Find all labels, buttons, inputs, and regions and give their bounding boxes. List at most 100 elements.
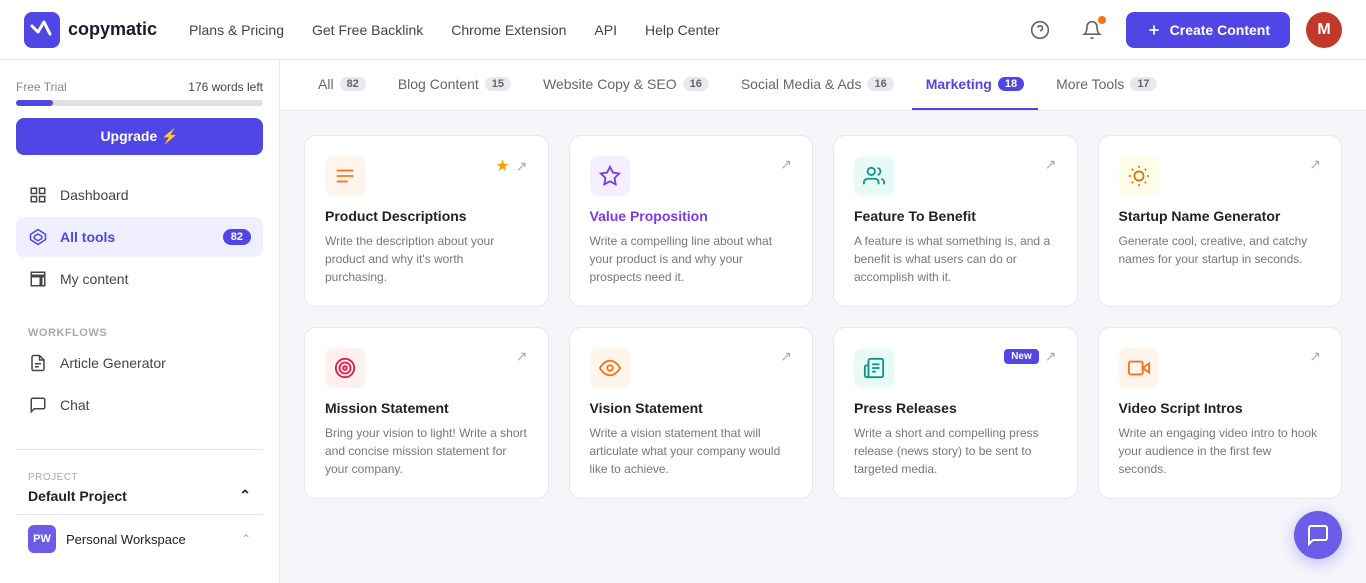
- press-releases-icon: [854, 348, 894, 388]
- star-icon[interactable]: ★: [495, 156, 509, 176]
- tab-more[interactable]: More Tools 17: [1042, 60, 1170, 110]
- expand-icon[interactable]: ↗: [1309, 156, 1321, 173]
- tab-all[interactable]: All 82: [304, 60, 380, 110]
- tab-social[interactable]: Social Media & Ads 16: [727, 60, 908, 110]
- card-desc: Write the description about your product…: [325, 232, 528, 286]
- card-desc: Write an engaging video intro to hook yo…: [1119, 424, 1322, 478]
- card-title: Vision Statement: [590, 400, 793, 416]
- main-content: All 82 Blog Content 15 Website Copy & SE…: [280, 60, 1366, 583]
- card-title: Product Descriptions: [325, 208, 528, 224]
- card-feature-to-benefit[interactable]: ↗ Feature To Benefit A feature is what s…: [833, 135, 1078, 307]
- expand-icon[interactable]: ↗: [1309, 348, 1321, 365]
- notification-button[interactable]: [1074, 12, 1110, 48]
- workflows-section-label: Workflows: [16, 319, 263, 343]
- expand-icon[interactable]: ↗: [516, 158, 528, 175]
- alltools-badge: 82: [223, 229, 251, 245]
- expand-icon[interactable]: ↗: [516, 348, 528, 365]
- logo[interactable]: copymatic: [24, 12, 157, 48]
- workspace-name: Personal Workspace: [66, 532, 231, 547]
- sidebar-item-article[interactable]: Article Generator: [16, 343, 263, 383]
- card-desc: Write a vision statement that will artic…: [590, 424, 793, 478]
- product-descriptions-icon: [325, 156, 365, 196]
- card-value-proposition[interactable]: ↗ Value Proposition Write a compelling l…: [569, 135, 814, 307]
- cards-area: ★ ↗ Product Descriptions Write the descr…: [280, 111, 1366, 523]
- feature-benefit-icon: [854, 156, 894, 196]
- trial-bar-fill: [16, 100, 53, 106]
- tab-marketing[interactable]: Marketing 18: [912, 60, 1038, 110]
- nav-api[interactable]: API: [594, 22, 617, 38]
- cards-grid: ★ ↗ Product Descriptions Write the descr…: [304, 135, 1342, 499]
- project-label: PROJECT: [28, 472, 251, 483]
- nav-links: Plans & Pricing Get Free Backlink Chrome…: [189, 22, 720, 38]
- card-mission-statement[interactable]: ↗ Mission Statement Bring your vision to…: [304, 327, 549, 499]
- value-proposition-icon: [590, 156, 630, 196]
- help-icon-button[interactable]: [1022, 12, 1058, 48]
- startup-name-icon: [1119, 156, 1159, 196]
- notification-dot: [1098, 16, 1106, 24]
- sidebar-item-dashboard[interactable]: Dashboard: [16, 175, 263, 215]
- sidebar-workflows-nav: Article Generator Chat: [16, 343, 263, 425]
- new-badge: New: [1004, 349, 1039, 364]
- mycontent-icon: [28, 269, 48, 289]
- logo-text: copymatic: [68, 19, 157, 40]
- project-name: Default Project ⌃: [28, 487, 251, 504]
- tab-website[interactable]: Website Copy & SEO 16: [529, 60, 723, 110]
- tabs-bar: All 82 Blog Content 15 Website Copy & SE…: [280, 60, 1366, 111]
- nav-help[interactable]: Help Center: [645, 22, 720, 38]
- layout: Free Trial 176 words left Upgrade ⚡ Dash…: [0, 60, 1366, 583]
- card-product-descriptions[interactable]: ★ ↗ Product Descriptions Write the descr…: [304, 135, 549, 307]
- trial-words: 176 words left: [188, 80, 263, 94]
- article-icon: [28, 353, 48, 373]
- nav-plans[interactable]: Plans & Pricing: [189, 22, 284, 38]
- card-title: Video Script Intros: [1119, 400, 1322, 416]
- vision-icon: [590, 348, 630, 388]
- card-press-releases[interactable]: New ↗ Press Releases Write a short and c…: [833, 327, 1078, 499]
- chat-icon: [28, 395, 48, 415]
- card-desc: Bring your vision to light! Write a shor…: [325, 424, 528, 478]
- sidebar-alltools-label: All tools: [60, 229, 211, 245]
- card-title: Mission Statement: [325, 400, 528, 416]
- top-nav: copymatic Plans & Pricing Get Free Backl…: [0, 0, 1366, 60]
- card-title: Value Proposition: [590, 208, 793, 224]
- workspace-section[interactable]: PW Personal Workspace ⌃: [16, 514, 263, 563]
- trial-progress-bar: [16, 100, 263, 106]
- sidebar-dashboard-label: Dashboard: [60, 187, 251, 203]
- nav-right: Create Content M: [1022, 12, 1342, 48]
- card-title: Press Releases: [854, 400, 1057, 416]
- sidebar-main-nav: Dashboard All tools 82 My con: [16, 175, 263, 299]
- tab-blog[interactable]: Blog Content 15: [384, 60, 525, 110]
- trial-label: Free Trial: [16, 80, 67, 94]
- card-title: Startup Name Generator: [1119, 208, 1322, 224]
- card-title: Feature To Benefit: [854, 208, 1057, 224]
- create-content-button[interactable]: Create Content: [1126, 12, 1290, 48]
- mission-icon: [325, 348, 365, 388]
- card-desc: A feature is what something is, and a be…: [854, 232, 1057, 286]
- expand-icon[interactable]: ↗: [780, 348, 792, 365]
- card-desc: Write a short and compelling press relea…: [854, 424, 1057, 478]
- sidebar-item-alltools[interactable]: All tools 82: [16, 217, 263, 257]
- expand-icon[interactable]: ↗: [1045, 156, 1057, 173]
- workspace-avatar: PW: [28, 525, 56, 553]
- workspace-chevron-icon: ⌃: [241, 532, 251, 546]
- alltools-icon: [28, 227, 48, 247]
- sidebar: Free Trial 176 words left Upgrade ⚡ Dash…: [0, 60, 280, 583]
- expand-icon[interactable]: ↗: [1045, 348, 1057, 365]
- card-vision-statement[interactable]: ↗ Vision Statement Write a vision statem…: [569, 327, 814, 499]
- project-section[interactable]: PROJECT Default Project ⌃: [16, 462, 263, 514]
- chat-bubble-button[interactable]: [1294, 511, 1342, 559]
- upgrade-button[interactable]: Upgrade ⚡: [16, 118, 263, 155]
- nav-extension[interactable]: Chrome Extension: [451, 22, 566, 38]
- expand-icon[interactable]: ↗: [780, 156, 792, 173]
- sidebar-mycontent-label: My content: [60, 271, 251, 287]
- nav-backlink[interactable]: Get Free Backlink: [312, 22, 423, 38]
- trial-section: Free Trial 176 words left Upgrade ⚡: [16, 80, 263, 155]
- sidebar-article-label: Article Generator: [60, 355, 251, 371]
- sidebar-item-mycontent[interactable]: My content: [16, 259, 263, 299]
- card-startup-name[interactable]: ↗ Startup Name Generator Generate cool, …: [1098, 135, 1343, 307]
- video-script-icon: [1119, 348, 1159, 388]
- dashboard-icon: [28, 185, 48, 205]
- card-video-script[interactable]: ↗ Video Script Intros Write an engaging …: [1098, 327, 1343, 499]
- user-avatar[interactable]: M: [1306, 12, 1342, 48]
- sidebar-item-chat[interactable]: Chat: [16, 385, 263, 425]
- card-desc: Write a compelling line about what your …: [590, 232, 793, 286]
